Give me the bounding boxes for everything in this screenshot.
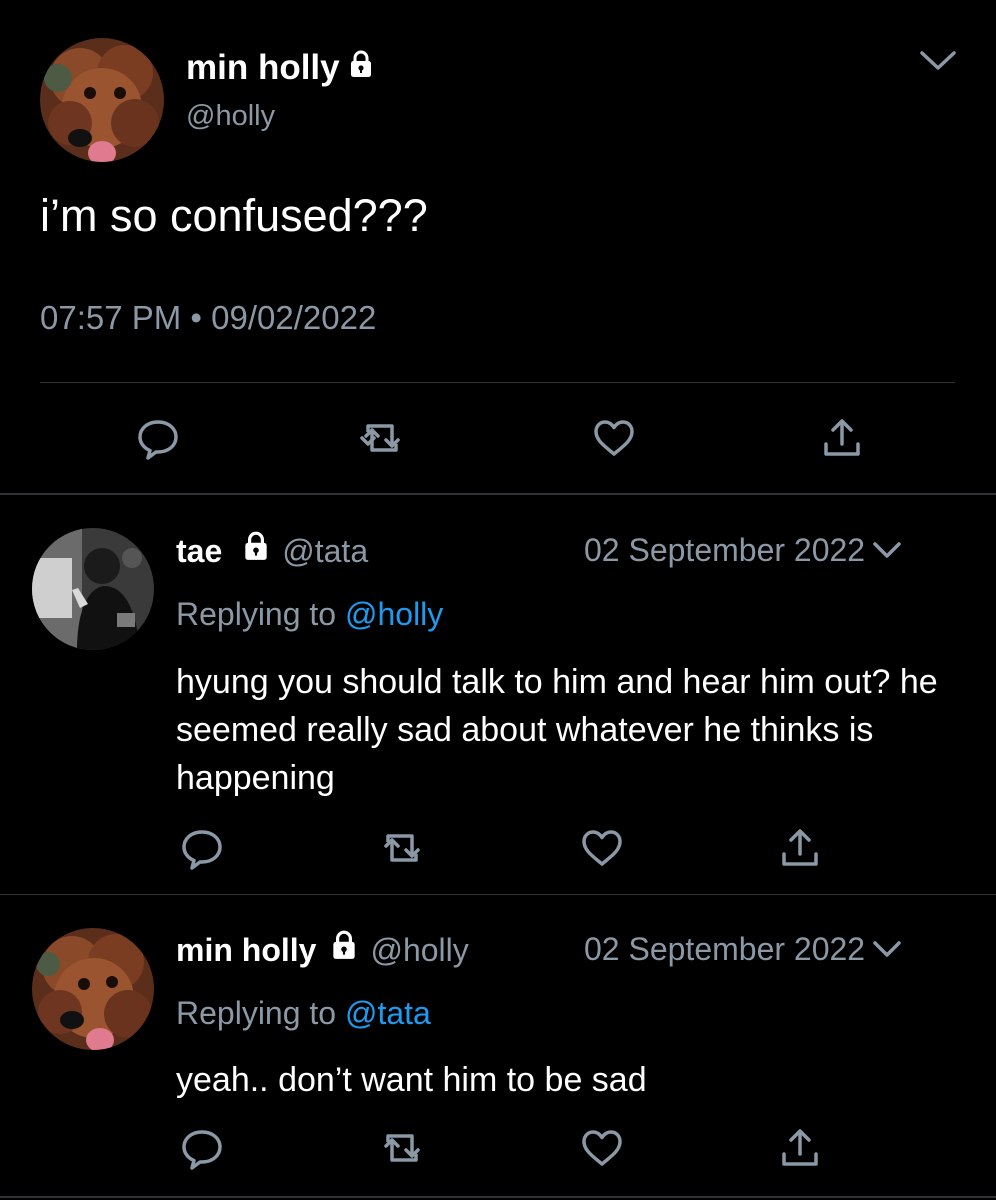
divider: [0, 1196, 996, 1198]
tweet-date[interactable]: 02 September 2022: [584, 530, 865, 570]
reply-icon[interactable]: [178, 1124, 226, 1172]
author-handle[interactable]: @holly: [370, 930, 468, 970]
dog-avatar-image: [32, 928, 154, 1050]
retweet-icon[interactable]: [358, 414, 406, 462]
share-icon[interactable]: [776, 1124, 824, 1172]
author-handle[interactable]: @holly: [186, 98, 275, 134]
reply-icon[interactable]: [134, 414, 182, 462]
divider: [40, 382, 955, 383]
author-handle[interactable]: @tata: [282, 531, 368, 571]
lock-icon: [240, 530, 272, 571]
replying-to: Replying to @holly: [176, 594, 443, 634]
dog-avatar-image: [40, 38, 164, 162]
display-name[interactable]: min holly: [176, 930, 316, 970]
tweet-date-row[interactable]: 02 September 2022: [584, 530, 903, 570]
tweet-text: i’m so confused???: [40, 190, 428, 241]
chevron-down-icon[interactable]: [916, 44, 960, 76]
retweet-icon[interactable]: [378, 1124, 426, 1172]
tweet-date[interactable]: 02 September 2022: [584, 929, 865, 969]
divider: [0, 493, 996, 495]
chevron-down-icon[interactable]: [871, 937, 903, 961]
avatar[interactable]: [40, 38, 164, 162]
replying-to-mention[interactable]: @tata: [345, 995, 431, 1031]
share-icon[interactable]: [776, 824, 824, 872]
display-name[interactable]: tae: [176, 531, 222, 571]
replying-to-label: Replying to: [176, 596, 337, 632]
chevron-down-icon[interactable]: [871, 538, 903, 562]
like-icon[interactable]: [578, 824, 626, 872]
reply-icon[interactable]: [178, 824, 226, 872]
like-icon[interactable]: [578, 1124, 626, 1172]
display-name[interactable]: min holly: [186, 46, 340, 90]
tweet-text: yeah.. don’t want him to be sad: [176, 1061, 647, 1099]
avatar[interactable]: [32, 528, 154, 650]
avatar[interactable]: [32, 928, 154, 1050]
person-avatar-image: [32, 528, 154, 650]
divider: [0, 894, 996, 895]
lock-icon: [346, 46, 376, 90]
tweet-text: hyung you should talk to him and hear hi…: [176, 663, 938, 797]
author-name-row[interactable]: min holly: [186, 46, 376, 90]
retweet-icon[interactable]: [378, 824, 426, 872]
replying-to-label: Replying to: [176, 995, 337, 1031]
tweet-timestamp[interactable]: 07:57 PM • 09/02/2022: [40, 298, 376, 338]
author-name-row[interactable]: min holly @holly: [176, 929, 469, 970]
share-icon[interactable]: [818, 414, 866, 462]
replying-to-mention[interactable]: @holly: [345, 596, 443, 632]
replying-to: Replying to @tata: [176, 993, 431, 1033]
like-icon[interactable]: [590, 414, 638, 462]
lock-icon: [328, 929, 360, 970]
tweet-date-row[interactable]: 02 September 2022: [584, 929, 903, 969]
author-name-row[interactable]: tae @tata: [176, 530, 368, 571]
